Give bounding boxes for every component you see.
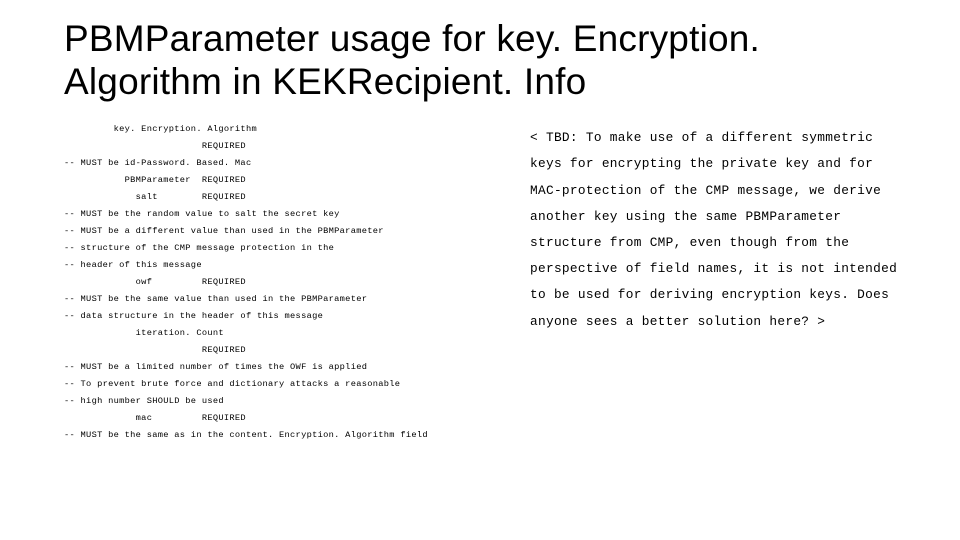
asn1-definition-block: key. Encryption. Algorithm REQUIRED -- M… [64,113,514,443]
tbd-note-block: < TBD: To make use of a different symmet… [530,113,912,443]
page-title: PBMParameter usage for key. Encryption. … [64,18,912,103]
content-columns: key. Encryption. Algorithm REQUIRED -- M… [64,113,912,443]
slide: PBMParameter usage for key. Encryption. … [0,0,960,540]
